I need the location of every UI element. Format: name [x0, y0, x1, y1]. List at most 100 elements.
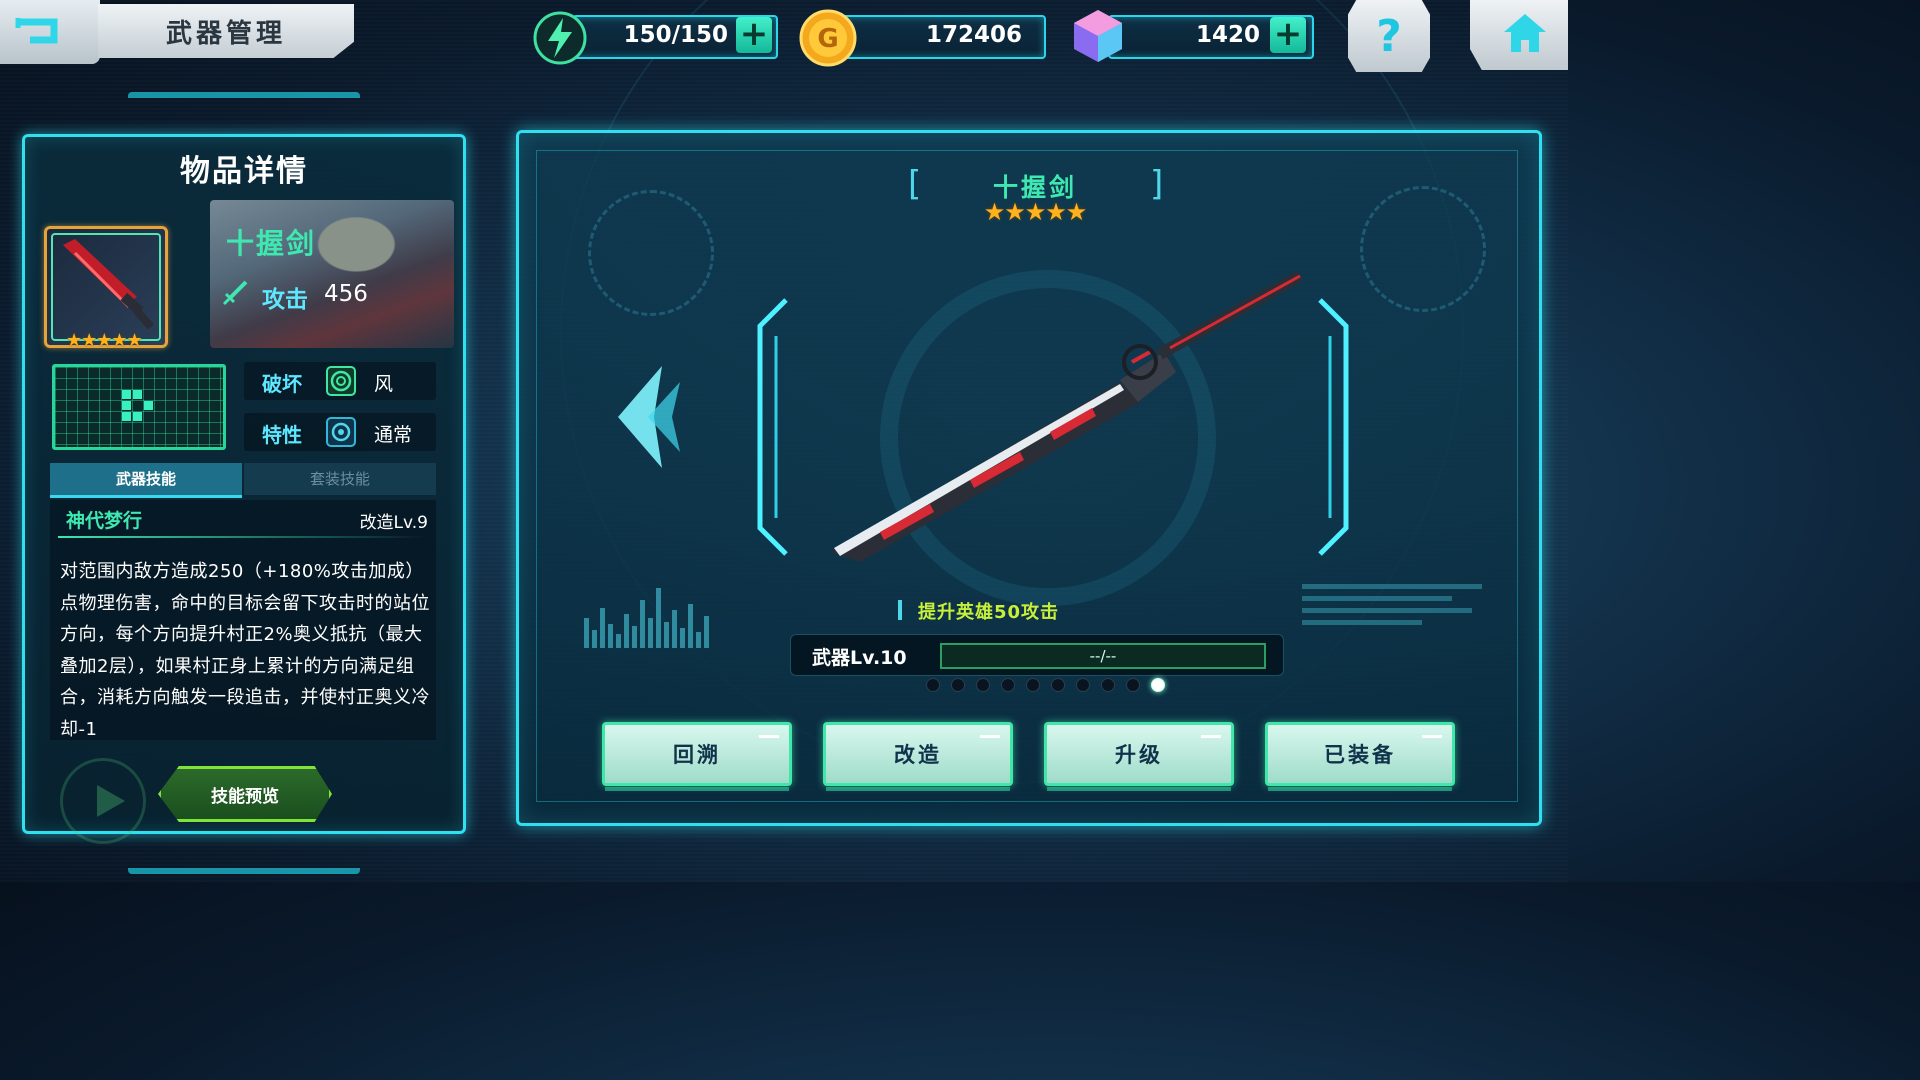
equalizer-decoration [584, 582, 754, 648]
stamina-value: 150/150 [623, 22, 728, 48]
equipped-button[interactable]: 已装备 [1265, 722, 1455, 791]
page-dot[interactable] [926, 678, 940, 692]
page-dot[interactable] [1101, 678, 1115, 692]
left-bracket-decoration [757, 298, 788, 556]
attack-value: 456 [324, 281, 368, 307]
help-button[interactable]: ? [1348, 0, 1430, 72]
title-bracket-right: ] [1150, 164, 1164, 204]
eq-bar [664, 622, 669, 648]
item-detail-title: 物品详情 [180, 154, 308, 189]
back-arrow-icon [15, 18, 58, 44]
button-dash [1201, 735, 1221, 738]
weapon-exp-bar: --/-- [940, 643, 1266, 669]
skill-name: 神代梦行 [66, 510, 143, 532]
page-dot[interactable] [1051, 678, 1065, 692]
trait-label: 特性 [262, 423, 302, 447]
question-icon: ? [1376, 10, 1402, 62]
eq-bar [584, 618, 589, 648]
back-button[interactable] [0, 0, 100, 64]
skill-preview-button[interactable]: 技能预览 [158, 766, 332, 822]
home-button[interactable] [1470, 0, 1568, 70]
tab-weapon-skill[interactable]: 武器技能 [50, 463, 242, 498]
gold-coin-icon: G [799, 9, 857, 67]
tab-set-skill[interactable]: 套装技能 [244, 463, 436, 495]
add-stamina-button[interactable]: + [736, 17, 772, 53]
button-dash [1422, 735, 1442, 738]
modify-button-label: 改造 [894, 743, 942, 767]
page-title: 武器管理 [98, 4, 354, 58]
page-dot[interactable] [1001, 678, 1015, 692]
hud-line [1302, 620, 1422, 625]
crystal-icon [1074, 10, 1122, 62]
grid-cell [133, 412, 142, 421]
play-icon [97, 785, 125, 817]
grid-cell [144, 401, 153, 410]
sword-thumbnail-icon [63, 239, 155, 330]
page-dot[interactable] [1126, 678, 1140, 692]
eq-bar [680, 628, 685, 648]
trait-value: 通常 [374, 424, 413, 446]
hud-line [1302, 608, 1472, 613]
panel-bottom-tab [128, 852, 360, 874]
button-underline [1047, 787, 1231, 791]
hud-line [1302, 584, 1482, 589]
eq-bar [696, 632, 701, 648]
eq-bar [672, 610, 677, 648]
lightning-icon [533, 11, 587, 65]
eq-bar [608, 624, 613, 648]
modify-button[interactable]: 改造 [823, 722, 1013, 791]
hud-line [1302, 596, 1452, 601]
button-underline [826, 787, 1010, 791]
attack-label: 攻击 [262, 287, 308, 313]
page-dot[interactable] [951, 678, 965, 692]
destroy-value: 风 [374, 373, 394, 395]
rollback-button-label: 回溯 [673, 743, 721, 767]
page-dot[interactable] [1076, 678, 1090, 692]
boost-marker [898, 600, 902, 620]
hud-circle-decoration [1360, 186, 1486, 312]
upgrade-button[interactable]: 升级 [1044, 722, 1234, 791]
page-dot[interactable] [1026, 678, 1040, 692]
grid-cell [122, 412, 131, 421]
skill-description: 对范围内敌方造成250（+180%攻击加成）点物理伤害，命中的目标会留下攻击时的… [60, 561, 430, 740]
gem-value: 1420 [1195, 22, 1260, 48]
item-star-rating: ★★★★★ [66, 330, 143, 351]
destroy-label: 破坏 [262, 372, 302, 396]
sword-attack-icon [222, 280, 248, 306]
add-gem-button[interactable]: + [1270, 17, 1306, 53]
previous-weapon-chevron-icon[interactable] [612, 362, 682, 472]
button-underline [1268, 787, 1452, 791]
button-underline [605, 787, 789, 791]
eq-bar [624, 614, 629, 648]
weapon-model-sword [830, 270, 1303, 562]
button-dash [980, 735, 1000, 738]
trait-target-icon [326, 417, 356, 447]
eq-bar [688, 604, 693, 648]
button-dash [759, 735, 779, 738]
eq-bar [704, 616, 709, 648]
grid-cell [122, 390, 131, 399]
page-dot[interactable] [1151, 678, 1165, 692]
eq-bar [592, 630, 597, 648]
skill-divider [58, 536, 428, 538]
title-bracket-left: [ [908, 164, 922, 204]
page-dot[interactable] [976, 678, 990, 692]
destroy-attribute-row: 破坏 风 [244, 362, 436, 400]
rollback-button[interactable]: 回溯 [602, 722, 792, 791]
wind-element-icon [326, 366, 356, 396]
eq-bar [648, 618, 653, 648]
display-star-rating: ★★★★★ [983, 198, 1088, 226]
grid-cell [122, 401, 131, 410]
hud-lines-decoration [1302, 584, 1492, 644]
gold-resource: G 172406 [798, 9, 1048, 67]
weapon-level-label: 武器Lv.10 [812, 647, 907, 669]
equip-grid [52, 364, 226, 450]
grid-cell [133, 390, 142, 399]
page-indicator [926, 678, 1165, 692]
stamina-resource: 150/150 + [532, 11, 778, 65]
gem-resource: 1420 + [1068, 10, 1314, 62]
trait-attribute-row: 特性 通常 [244, 413, 436, 451]
home-icon [1504, 14, 1546, 52]
right-bracket-decoration [1318, 298, 1349, 556]
eq-bar [656, 588, 661, 648]
